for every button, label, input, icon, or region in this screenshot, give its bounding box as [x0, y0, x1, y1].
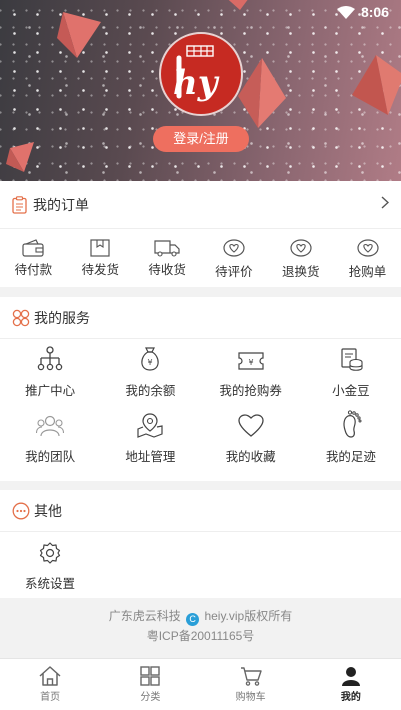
tab-home[interactable]: 首页: [0, 659, 100, 710]
tab-category[interactable]: 分类: [100, 659, 200, 710]
service-balance[interactable]: ¥ 我的余额: [100, 339, 200, 405]
copyright-info: 广东虎云科技 C heiy.vip版权所有 粤ICP备20011165号: [0, 606, 401, 646]
service-favorites[interactable]: 我的收藏: [201, 405, 301, 471]
service-label: 我的余额: [125, 384, 176, 398]
login-register-button[interactable]: 登录/注册: [153, 126, 249, 152]
order-item-label: 待评价: [215, 265, 253, 279]
box-icon: [90, 239, 110, 257]
decor-crystal-top-left: [57, 12, 101, 58]
decor-crystal-top-center: [228, 0, 248, 10]
tab-label: 分类: [140, 692, 161, 703]
clipboard-icon: [12, 195, 27, 214]
truck-icon: [154, 240, 180, 257]
order-status-row: 待付款 待发货 待收货 待评价 退换货 抢购单: [0, 229, 401, 287]
order-pending-shipment[interactable]: 待发货: [67, 229, 134, 287]
coins-icon: [341, 348, 363, 371]
service-label: 我的团队: [25, 450, 76, 464]
order-pending-review[interactable]: 待评价: [200, 229, 267, 287]
others-title: 其他: [34, 502, 62, 519]
heart-chat-icon: [290, 239, 312, 257]
bottom-tab-bar: 首页 分类 购物车 我的: [0, 658, 401, 710]
rights-text: heiy.vip版权所有: [204, 609, 293, 623]
my-orders-header[interactable]: 我的订单: [0, 181, 401, 229]
chevron-right-icon: [381, 195, 390, 214]
order-item-label: 退换货: [281, 265, 320, 279]
heart-chat-icon: [356, 239, 379, 257]
team-icon: [36, 415, 65, 437]
company-name: 广东虎云科技: [108, 609, 181, 623]
order-return-exchange[interactable]: 退换货: [267, 229, 334, 287]
service-label: 我的足迹: [325, 450, 376, 464]
user-icon: [341, 667, 360, 686]
tab-cart[interactable]: 购物车: [201, 659, 301, 710]
my-orders-title: 我的订单: [33, 196, 89, 213]
profile-header: 8:06 hy 登录/注册: [0, 0, 401, 181]
cart-icon: [240, 667, 262, 686]
four-leaf-icon: [12, 309, 30, 326]
service-label: 小金豆: [332, 384, 370, 398]
tab-label: 我的: [340, 692, 361, 703]
others-section: 其他 系统设置: [0, 490, 401, 598]
category-icon: [140, 666, 161, 686]
wifi-icon: [336, 5, 355, 19]
service-label: 地址管理: [125, 450, 176, 464]
home-icon: [39, 666, 61, 686]
order-item-label: 待发货: [81, 263, 119, 277]
app-logo-avatar[interactable]: hy: [159, 32, 243, 116]
order-pending-payment[interactable]: 待付款: [0, 229, 67, 287]
system-settings-item[interactable]: 系统设置: [0, 532, 100, 598]
settings-icon: [39, 542, 61, 564]
tab-mine[interactable]: 我的: [301, 659, 401, 710]
money-bag-icon: ¥: [141, 347, 160, 371]
copyright-line: 广东虎云科技 C heiy.vip版权所有: [0, 606, 401, 626]
my-services-header: 我的服务: [0, 297, 401, 339]
service-my-team[interactable]: 我的团队: [0, 405, 100, 471]
service-label: 我的收藏: [225, 450, 276, 464]
services-grid: 推广中心 ¥ 我的余额 ¥ 我的抢购券 小金豆 我的团队 地址管理 我的收藏 我…: [0, 339, 401, 471]
my-services-title: 我的服务: [34, 309, 90, 326]
service-promotion-center[interactable]: 推广中心: [0, 339, 100, 405]
service-footprints[interactable]: 我的足迹: [301, 405, 401, 471]
heart-icon: [237, 414, 264, 437]
system-settings-label: 系统设置: [24, 577, 75, 591]
more-circle-icon: [12, 502, 30, 519]
service-label: 我的抢购券: [219, 384, 282, 398]
logo-icon: hy: [173, 45, 220, 103]
my-services-section: 我的服务 推广中心 ¥ 我的余额 ¥ 我的抢购券 小金豆 我的团队 地址管理 我…: [0, 297, 401, 481]
svg-text:¥: ¥: [148, 358, 153, 367]
ticket-icon: ¥: [238, 352, 264, 370]
service-flash-coupons[interactable]: ¥ 我的抢购券: [201, 339, 301, 405]
footprint-icon: [343, 410, 362, 438]
status-bar: 8:06: [336, 4, 389, 20]
service-address-management[interactable]: 地址管理: [100, 405, 200, 471]
status-time: 8:06: [360, 4, 389, 20]
heart-chat-icon: [223, 239, 245, 257]
location-icon: [137, 413, 163, 438]
wallet-icon: [22, 239, 45, 257]
tab-label: 购物车: [235, 692, 266, 703]
order-item-label: 抢购单: [348, 265, 387, 279]
order-item-label: 待收货: [148, 263, 186, 277]
decor-crystal-center: [238, 58, 286, 128]
network-icon: [37, 346, 63, 371]
tab-label: 首页: [40, 692, 61, 703]
service-gold-beans[interactable]: 小金豆: [301, 339, 401, 405]
copyright-icon: C: [186, 613, 200, 626]
decor-crystal-right: [352, 55, 401, 115]
decor-crystal-bottom-left: [6, 142, 34, 172]
order-pending-receipt[interactable]: 待收货: [134, 229, 201, 287]
order-item-label: 待付款: [14, 263, 53, 277]
svg-text:¥: ¥: [248, 358, 253, 367]
others-header: 其他: [0, 490, 401, 532]
icp-number: 粤ICP备20011165号: [146, 629, 255, 643]
order-flash-sale[interactable]: 抢购单: [334, 229, 401, 287]
service-label: 推广中心: [25, 384, 76, 398]
